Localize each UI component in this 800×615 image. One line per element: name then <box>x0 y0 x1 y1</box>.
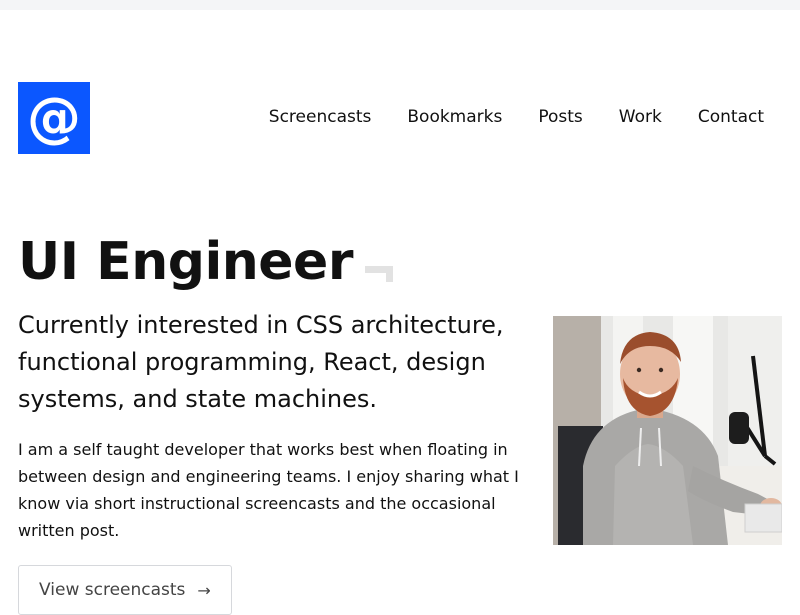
page-title: UI Engineer <box>18 232 353 292</box>
profile-photo <box>553 316 782 545</box>
hero-body: I am a self taught developer that works … <box>18 440 519 540</box>
profile-photo-illustration <box>553 316 782 545</box>
nav-link-contact[interactable]: Contact <box>698 107 764 127</box>
nav-link-work[interactable]: Work <box>619 107 662 127</box>
nav-link-screencasts[interactable]: Screencasts <box>269 107 372 127</box>
view-screencasts-button[interactable]: View screencasts → <box>18 565 232 615</box>
hero-title-row: UI Engineer <box>18 230 393 294</box>
arrow-right-icon: → <box>197 580 211 600</box>
hero-lead: Currently interested in CSS architecture… <box>18 311 504 413</box>
view-screencasts-label: View screencasts <box>39 580 186 600</box>
logo-at-icon[interactable]: @ <box>18 82 90 154</box>
corner-mark-icon <box>364 266 393 282</box>
nav-link-bookmarks[interactable]: Bookmarks <box>407 107 502 127</box>
nav-link-posts[interactable]: Posts <box>538 107 582 127</box>
main-nav: Screencasts Bookmarks Posts Work Contact <box>269 107 764 127</box>
top-strip <box>0 0 800 10</box>
